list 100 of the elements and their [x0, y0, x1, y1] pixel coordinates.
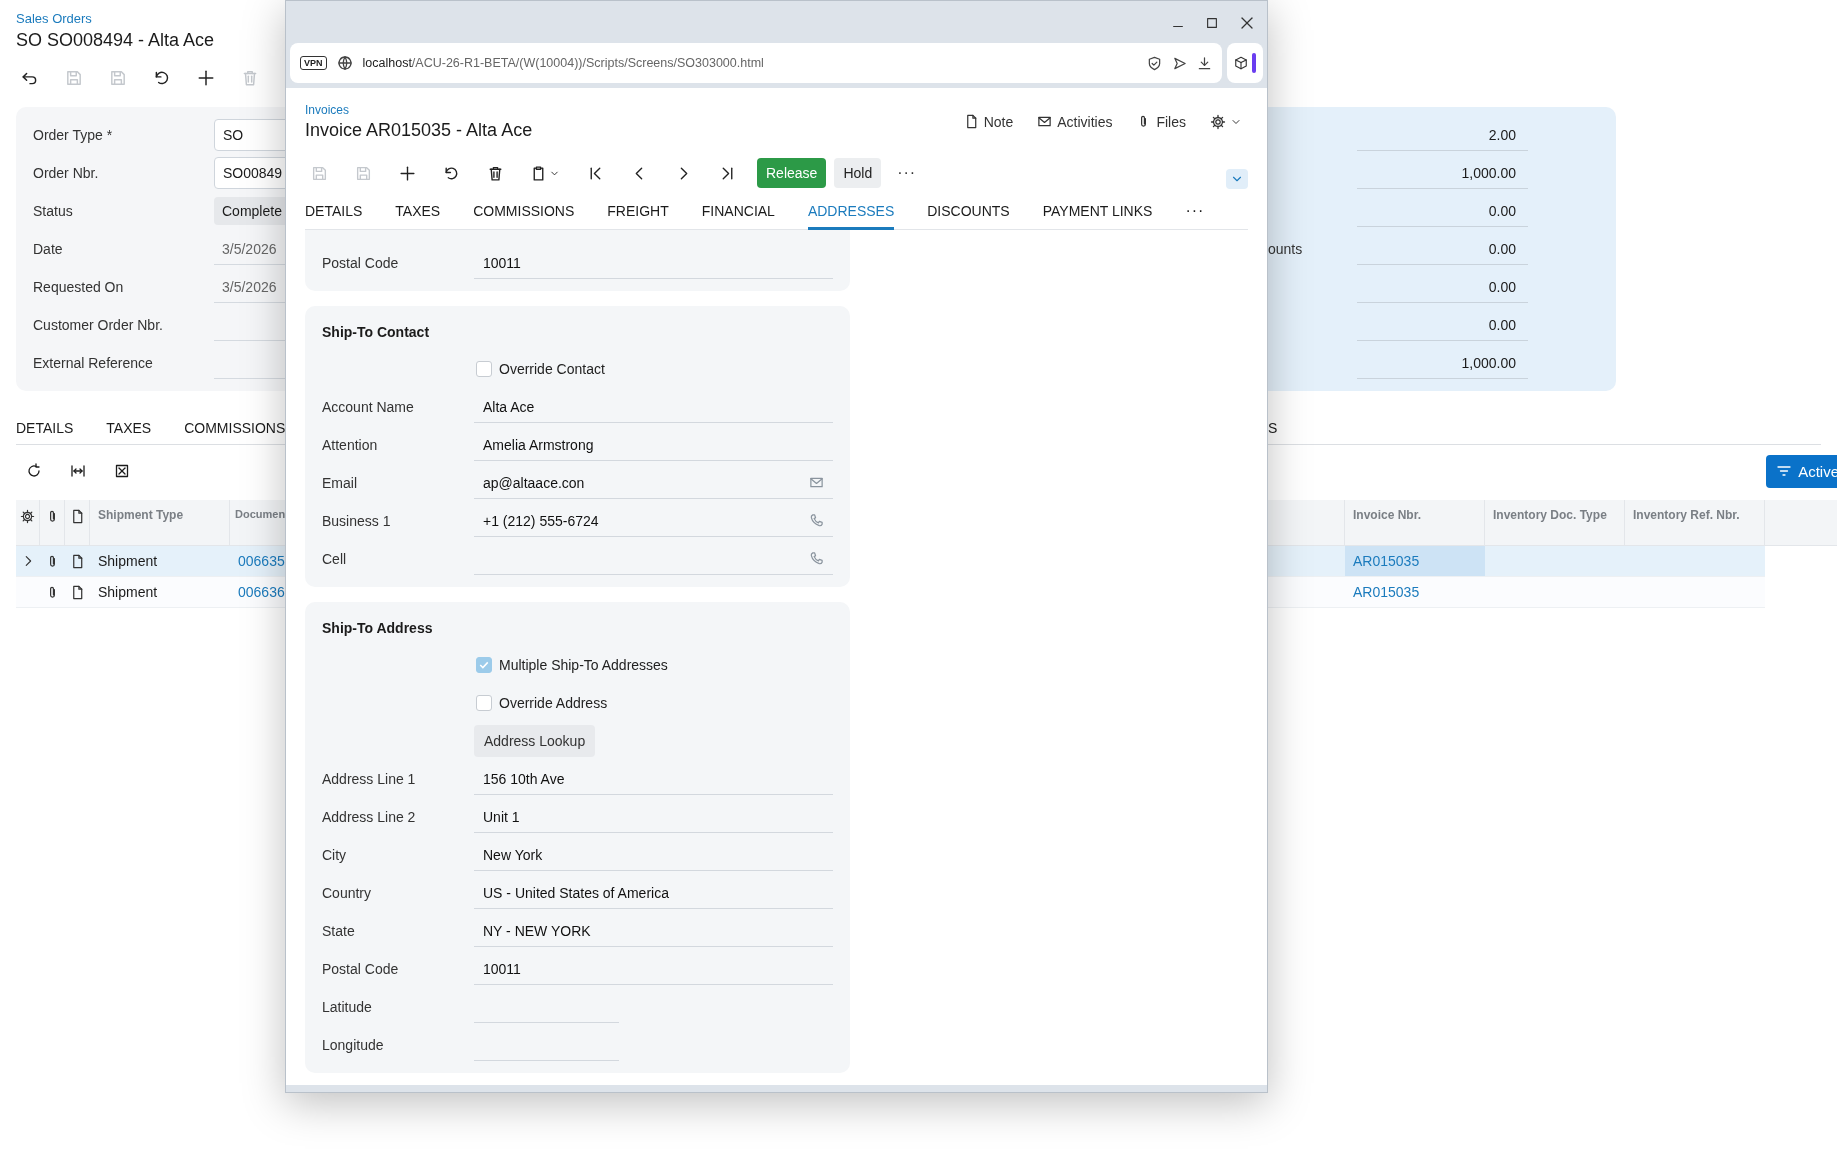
field-label: City — [322, 847, 348, 863]
document-icon — [70, 584, 85, 600]
field-label: Requested On — [33, 279, 125, 295]
plus-icon[interactable] — [197, 69, 215, 87]
breadcrumb-link[interactable]: Invoices — [305, 103, 350, 117]
input-field[interactable]: New York — [474, 839, 833, 871]
cube-icon[interactable] — [1234, 56, 1248, 70]
checkmark-icon — [478, 659, 490, 671]
checkbox[interactable] — [476, 695, 492, 711]
input-field[interactable]: +1 (212) 555-6724 — [474, 505, 833, 537]
undo-icon[interactable] — [153, 69, 171, 87]
input-field[interactable]: Alta Ace — [474, 391, 833, 423]
release-button[interactable]: Release — [757, 158, 827, 188]
tab[interactable]: TAXES — [395, 193, 441, 230]
column-header[interactable]: Inventory Doc. Type — [1485, 500, 1625, 545]
files-button[interactable]: Files — [1136, 113, 1186, 130]
input-field[interactable]: Amelia Armstrong — [474, 429, 833, 461]
input-field[interactable]: SO — [214, 119, 285, 151]
amount-field[interactable]: 0.00 — [1357, 309, 1528, 341]
download-icon[interactable] — [1197, 55, 1212, 71]
refresh-icon[interactable] — [26, 463, 42, 479]
input-field[interactable]: 156 10th Ave — [474, 763, 833, 795]
fit-columns-icon[interactable] — [70, 463, 86, 479]
activities-button[interactable]: Activities — [1037, 113, 1113, 130]
plus-icon[interactable] — [398, 164, 416, 182]
collapse-button[interactable] — [1226, 169, 1248, 189]
tab[interactable]: TAXES — [106, 420, 152, 436]
amount-field[interactable]: 1,000.00 — [1357, 347, 1528, 379]
field-label: Attention — [322, 437, 379, 453]
input-field[interactable]: SO00849 — [214, 157, 285, 189]
field-label: Order Nbr. — [33, 165, 100, 181]
column-header[interactable]: Shipment Type — [90, 500, 230, 545]
tab[interactable]: S — [1268, 420, 1278, 436]
input-field[interactable]: 10011 — [474, 247, 833, 279]
column-header[interactable]: Documen — [230, 500, 285, 545]
settings-icon[interactable] — [1210, 113, 1226, 130]
tab[interactable]: DISCOUNTS — [927, 193, 1010, 230]
field-label: Status — [33, 203, 74, 219]
tab[interactable]: FINANCIAL — [701, 193, 775, 230]
section-title: Ship-To Address — [322, 619, 433, 638]
field-label: Country — [322, 885, 373, 901]
more-tabs[interactable]: ··· — [1185, 193, 1205, 229]
tab[interactable]: COMMISSIONS — [184, 420, 285, 436]
close-icon[interactable] — [1239, 15, 1255, 31]
vpn-badge[interactable]: VPN — [300, 56, 327, 70]
field-label: State — [322, 923, 356, 939]
undo-icon[interactable] — [442, 164, 460, 182]
input-field[interactable]: ap@altaace.con — [474, 467, 833, 499]
amount-field[interactable]: 0.00 — [1357, 233, 1528, 265]
envelope-icon[interactable] — [809, 475, 824, 490]
address-bar[interactable]: VPN localhost/ACU-26-R1-BETA/(W(10004))/Scripts/Screens/SO303000.html — [290, 43, 1222, 83]
field-label: ounts — [1268, 241, 1303, 257]
settings-icon[interactable] — [20, 509, 35, 524]
column-header[interactable]: Inventory Ref. Nbr. — [1625, 500, 1765, 545]
column-header[interactable]: Invoice Nbr. — [1345, 500, 1485, 545]
amount-field[interactable]: 0.00 — [1357, 195, 1528, 227]
amount-field[interactable]: 1,000.00 — [1357, 157, 1528, 189]
tab[interactable]: DETAILS — [16, 420, 74, 436]
checkbox-label[interactable]: Multiple Ship-To Addresses — [499, 657, 668, 673]
checkbox-label[interactable]: Override Address — [499, 695, 608, 711]
hold-button[interactable]: Hold — [834, 158, 882, 188]
send-icon[interactable] — [1172, 55, 1187, 71]
excel-icon[interactable] — [114, 463, 130, 479]
invoice-link[interactable]: AR015035 — [1345, 584, 1420, 600]
field-label: Customer Order Nbr. — [33, 317, 164, 333]
field-label: Business 1 — [322, 513, 392, 529]
document-link[interactable]: 006636 — [230, 584, 285, 600]
field-label: Account Name — [322, 399, 415, 415]
url-text: localhost/ACU-26-R1-BETA/(W(10004))/Scripts/Screens/SO303000.html — [362, 56, 765, 70]
amount-field[interactable]: 0.00 — [1357, 271, 1528, 303]
tab[interactable]: DETAILS — [305, 193, 363, 230]
section-title: Ship-To Contact — [322, 323, 430, 342]
input-field[interactable]: NY - NEW YORK — [474, 915, 833, 947]
phone-icon[interactable] — [809, 551, 824, 566]
input-field[interactable]: Unit 1 — [474, 801, 833, 833]
tab[interactable]: PAYMENT LINKS — [1042, 193, 1153, 230]
field-label: Postal Code — [322, 961, 400, 977]
field-label: Latitude — [322, 999, 373, 1015]
breadcrumb-link[interactable]: Sales Orders — [16, 0, 92, 27]
status-field: Complete — [214, 197, 285, 225]
tab[interactable]: FREIGHT — [607, 193, 669, 230]
table-cell-text: Shipment — [97, 584, 159, 600]
checkbox[interactable] — [476, 361, 492, 377]
tab[interactable]: COMMISSIONS — [473, 193, 575, 230]
phone-icon[interactable] — [809, 513, 824, 528]
note-button[interactable]: Note — [963, 113, 1014, 130]
document-link[interactable]: 006635 — [230, 553, 285, 569]
more-menu[interactable]: ··· — [897, 164, 917, 182]
amount-field[interactable]: 2.00 — [1357, 119, 1528, 151]
field-label: Longitude — [322, 1037, 385, 1053]
shield-icon[interactable] — [1147, 55, 1162, 71]
input-field[interactable]: US - United States of America — [474, 877, 833, 909]
checkbox-label[interactable]: Override Contact — [499, 361, 605, 377]
maximize-icon[interactable] — [1205, 16, 1219, 30]
filter-icon — [1776, 463, 1793, 479]
checkbox[interactable] — [476, 657, 492, 673]
page-title: SO SO008494 - Alta Ace — [16, 29, 216, 52]
field-label: Cell — [322, 551, 348, 567]
address-lookup-button[interactable]: Address Lookup — [474, 725, 596, 757]
input-field[interactable]: 10011 — [474, 953, 833, 985]
